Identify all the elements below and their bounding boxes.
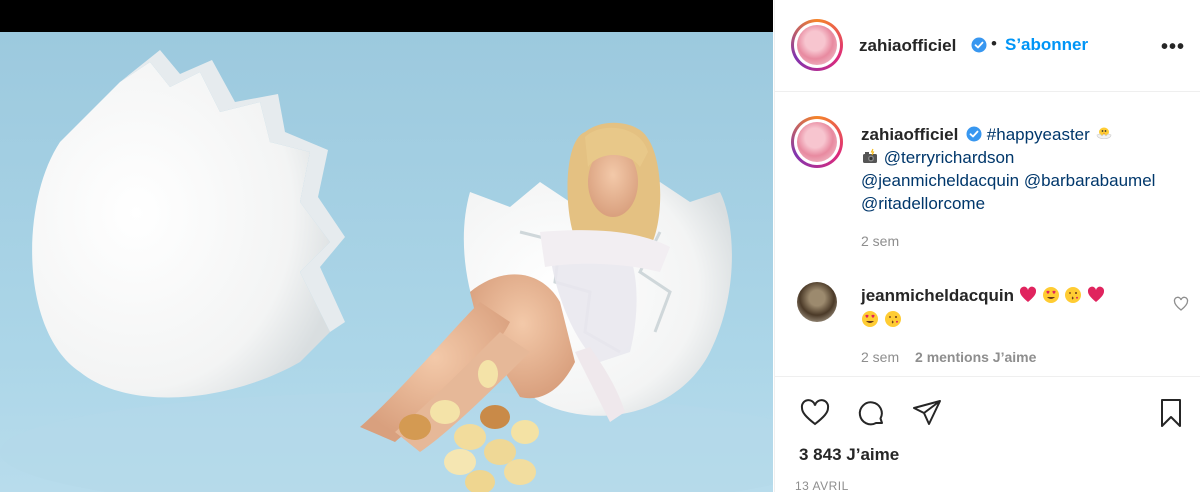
post-header: zahiaofficiel • S’abonner ••• bbox=[775, 0, 1200, 92]
comment-bubble-icon[interactable] bbox=[855, 397, 887, 429]
red-heart-icon bbox=[1087, 286, 1105, 302]
header-separator: • bbox=[991, 34, 997, 53]
commenter-username[interactable]: jeanmicheldacquin bbox=[861, 286, 1014, 305]
heart-eyes-emoji-icon bbox=[862, 311, 878, 327]
caption-avatar[interactable] bbox=[791, 116, 843, 168]
post-photo[interactable] bbox=[0, 0, 773, 492]
comment-text: jeanmicheldacquin bbox=[861, 284, 1161, 332]
commenter-avatar[interactable] bbox=[797, 282, 837, 322]
caption-text: zahiaofficiel #happyeaster @terryrichard… bbox=[861, 123, 1181, 215]
heart-eyes-emoji-icon bbox=[1042, 287, 1059, 303]
post-date[interactable]: 13 AVRIL bbox=[795, 479, 849, 492]
more-options-icon[interactable]: ••• bbox=[1161, 36, 1185, 59]
comment-like-heart-icon[interactable] bbox=[1173, 296, 1189, 312]
kiss-emoji-icon bbox=[1065, 287, 1082, 303]
caption-timestamp[interactable]: 2 sem bbox=[861, 233, 899, 249]
post-side-panel: zahiaofficiel • S’abonner ••• zahiaoffic… bbox=[774, 0, 1200, 492]
photo-top-bar bbox=[0, 0, 773, 32]
post-likes-count[interactable]: 3 843 J’aime bbox=[799, 445, 899, 465]
author-username[interactable]: zahiaofficiel bbox=[859, 36, 956, 56]
hashtag-link[interactable]: #happyeaster bbox=[987, 125, 1090, 144]
mention-ritadellorcome[interactable]: @ritadellorcome bbox=[861, 194, 985, 213]
paper-plane-icon[interactable] bbox=[911, 397, 943, 429]
mention-barbarabaumel[interactable]: @barbarabaumel bbox=[1024, 171, 1156, 190]
mention-jeanmicheldacquin[interactable]: @jeanmicheldacquin bbox=[861, 171, 1019, 190]
easter-egg-photo bbox=[0, 32, 773, 492]
bookmark-icon[interactable] bbox=[1155, 397, 1187, 429]
comment-meta: 2 sem 2 mentions J’aime bbox=[861, 349, 1048, 365]
comment-item: jeanmicheldacquin 2 sem 2 mentions J’aim… bbox=[775, 280, 1200, 380]
hatching-chick-icon bbox=[1096, 127, 1111, 140]
comment-timestamp[interactable]: 2 sem bbox=[861, 349, 899, 365]
heart-outline-icon[interactable] bbox=[799, 397, 831, 429]
kiss-emoji-icon bbox=[884, 311, 901, 327]
camera-flash-icon bbox=[863, 148, 877, 163]
author-avatar[interactable] bbox=[791, 19, 843, 71]
follow-button[interactable]: S’abonner bbox=[1005, 35, 1088, 55]
comment-likes-count[interactable]: 2 mentions J’aime bbox=[915, 349, 1036, 365]
verified-badge-icon bbox=[968, 37, 987, 56]
verified-badge-icon bbox=[966, 126, 982, 142]
red-heart-icon bbox=[1019, 286, 1036, 302]
post-actions: 3 843 J’aime 13 AVRIL bbox=[775, 376, 1200, 492]
mention-terryrichardson[interactable]: @terryrichardson bbox=[884, 148, 1015, 167]
caption-username[interactable]: zahiaofficiel bbox=[861, 125, 958, 144]
